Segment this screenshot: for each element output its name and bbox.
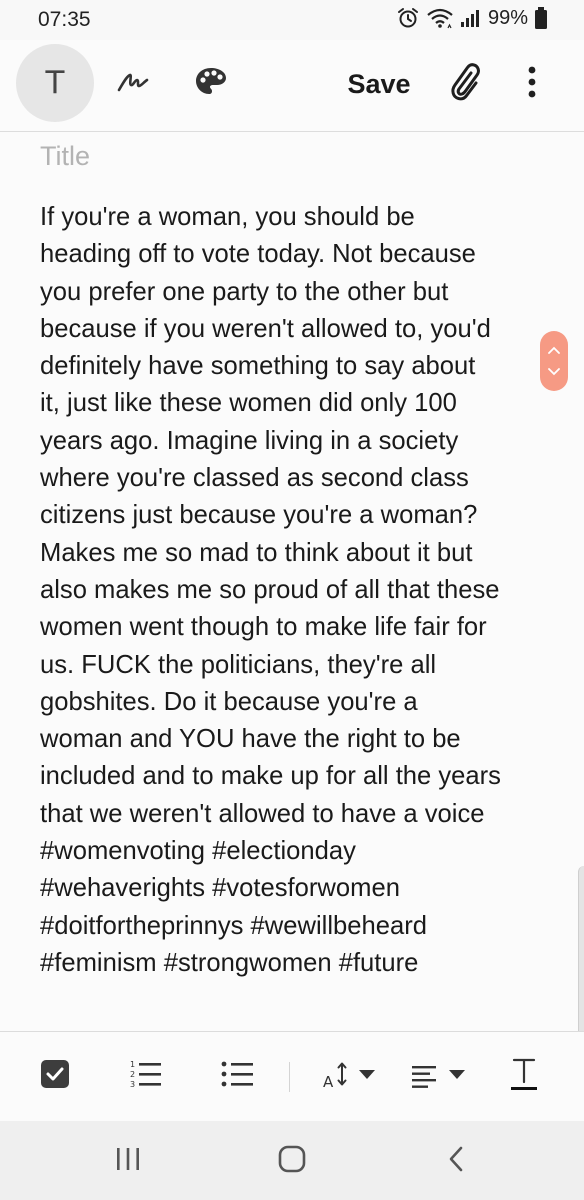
svg-text:A: A (323, 1073, 334, 1090)
bullet-list-icon (220, 1058, 256, 1095)
format-divider (289, 1062, 290, 1092)
svg-text:2: 2 (130, 1070, 135, 1079)
text-style-button[interactable] (506, 1056, 542, 1096)
battery-icon (534, 6, 548, 30)
font-size-icon: A (322, 1058, 380, 1095)
note-editor: Title If you're a woman, you should be h… (0, 133, 584, 1031)
format-toolbar: 1 2 3 A (0, 1031, 584, 1121)
home-button[interactable] (262, 1143, 322, 1179)
align-icon (410, 1058, 470, 1095)
pen-icon (116, 70, 150, 99)
status-icons: 99% (396, 6, 548, 30)
attach-button[interactable] (440, 60, 492, 108)
palette-icon (194, 66, 228, 103)
home-icon (277, 1144, 307, 1179)
numbered-list-button[interactable]: 1 2 3 (126, 1056, 166, 1096)
text-mode-label: T (45, 65, 65, 101)
recents-icon (114, 1146, 142, 1177)
bullet-list-button[interactable] (218, 1056, 258, 1096)
status-time: 07:35 (38, 8, 91, 31)
palette-button[interactable] (186, 62, 236, 106)
recents-button[interactable] (98, 1143, 158, 1179)
font-size-button[interactable]: A (322, 1056, 380, 1096)
checkbox-button[interactable] (38, 1056, 72, 1096)
status-bar: 07:35 99% (0, 0, 584, 40)
text-style-icon (508, 1054, 540, 1099)
back-icon (446, 1145, 466, 1178)
system-navigation-bar (0, 1121, 584, 1200)
save-button[interactable]: Save (338, 62, 420, 106)
alarm-icon (396, 6, 420, 30)
signal-icon (460, 7, 482, 29)
align-button[interactable] (410, 1056, 470, 1096)
more-vert-icon (527, 66, 537, 103)
paperclip-icon (449, 62, 483, 107)
numbered-list-icon: 1 2 3 (128, 1058, 164, 1095)
fast-scroll-handle[interactable] (540, 331, 568, 391)
battery-percent: 99% (487, 6, 528, 29)
pen-button[interactable] (108, 62, 158, 106)
back-button[interactable] (426, 1143, 486, 1179)
more-options-button[interactable] (512, 60, 552, 108)
title-input[interactable]: Title (40, 141, 540, 181)
svg-text:1: 1 (130, 1060, 135, 1069)
editor-toolbar: T Save (0, 40, 584, 132)
chevron-up-icon (548, 341, 560, 359)
text-mode-button[interactable]: T (16, 44, 94, 122)
checkbox-icon (39, 1058, 71, 1095)
note-body-text[interactable]: If you're a woman, you should be heading… (40, 199, 555, 982)
chevron-down-icon (548, 363, 560, 381)
wifi-icon (426, 6, 454, 30)
svg-text:3: 3 (130, 1080, 135, 1089)
